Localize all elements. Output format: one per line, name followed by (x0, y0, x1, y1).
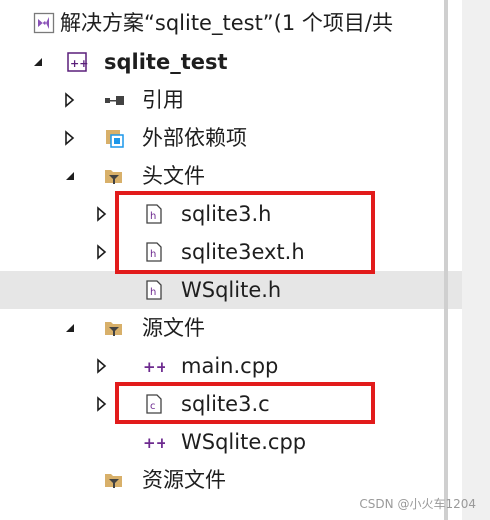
filter-folder-open-icon (103, 165, 125, 187)
svg-text:++: ++ (70, 57, 88, 70)
tree-row-sqlite3-h[interactable]: h sqlite3.h (0, 195, 462, 233)
header-file-icon: h (143, 203, 165, 225)
resource-files-label: 资源文件 (142, 468, 226, 492)
tree-row-wsqlite-h[interactable]: h WSqlite.h (0, 271, 462, 309)
filter-folder-open-icon (103, 317, 125, 339)
expand-arrow-icon[interactable] (94, 396, 110, 412)
svg-text:++: ++ (143, 434, 165, 452)
vertical-scrollbar[interactable] (462, 0, 490, 520)
collapse-arrow-icon[interactable] (30, 54, 46, 70)
collapse-arrow-icon[interactable] (62, 320, 78, 336)
watermark: CSDN @小火车1204 (359, 497, 476, 511)
file-label: main.cpp (181, 354, 279, 378)
svg-text:h: h (150, 249, 156, 260)
tree-row-solution[interactable]: 解决方案“sqlite_test”(1 个项目/共 (0, 4, 462, 42)
collapse-arrow-icon[interactable] (62, 168, 78, 184)
visual-studio-solution-icon (33, 12, 55, 34)
references-label: 引用 (142, 88, 184, 112)
expand-arrow-icon[interactable] (94, 244, 110, 260)
header-file-icon: h (143, 241, 165, 263)
tree-row-source-files[interactable]: 源文件 (0, 309, 462, 347)
file-label: sqlite3.c (181, 392, 270, 416)
solution-explorer: 解决方案“sqlite_test”(1 个项目/共 ++ sqlite_test… (0, 0, 490, 520)
project-label: sqlite_test (104, 50, 228, 74)
cpp-project-icon: ++ (66, 51, 88, 73)
expand-arrow-icon[interactable] (94, 358, 110, 374)
file-label: WSqlite.cpp (181, 430, 307, 454)
svg-text:h: h (150, 211, 156, 222)
cpp-file-icon: ++ (143, 431, 168, 453)
header-file-icon: h (143, 279, 165, 301)
tree-row-project[interactable]: ++ sqlite_test (0, 43, 462, 81)
file-label: WSqlite.h (181, 278, 282, 302)
tree-row-sqlite3-c[interactable]: c sqlite3.c (0, 385, 462, 423)
tree-row-external-dependencies[interactable]: 外部依赖项 (0, 119, 462, 157)
svg-text:c: c (150, 401, 156, 412)
tree-row-header-files[interactable]: 头文件 (0, 157, 462, 195)
expand-arrow-icon[interactable] (94, 206, 110, 222)
cpp-file-icon: ++ (143, 355, 168, 377)
tree-row-references[interactable]: 引用 (0, 81, 462, 119)
filter-folder-icon (103, 469, 125, 491)
file-label: sqlite3ext.h (181, 240, 305, 264)
expand-arrow-icon[interactable] (62, 130, 78, 146)
svg-text:h: h (150, 287, 156, 298)
c-file-icon: c (143, 393, 165, 415)
external-dependencies-icon (103, 127, 125, 149)
expand-arrow-icon[interactable] (62, 92, 78, 108)
source-files-label: 源文件 (142, 316, 205, 340)
tree-row-resource-files[interactable]: 资源文件 (0, 461, 462, 499)
external-dependencies-label: 外部依赖项 (142, 126, 247, 150)
panel-divider (444, 0, 448, 520)
tree-row-wsqlite-cpp[interactable]: ++ WSqlite.cpp (0, 423, 462, 461)
svg-text:++: ++ (143, 358, 165, 376)
tree-row-main-cpp[interactable]: ++ main.cpp (0, 347, 462, 385)
tree-row-sqlite3ext-h[interactable]: h sqlite3ext.h (0, 233, 462, 271)
header-files-label: 头文件 (142, 164, 205, 188)
solution-label: 解决方案“sqlite_test”(1 个项目/共 (60, 11, 393, 35)
file-label: sqlite3.h (181, 202, 272, 226)
references-icon (103, 89, 125, 111)
